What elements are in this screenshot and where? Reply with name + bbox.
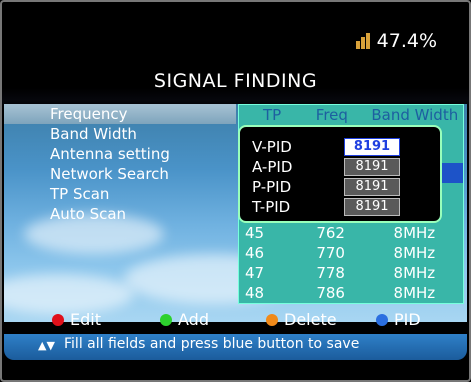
pid-row-t: T-PID 8191 bbox=[252, 197, 438, 217]
legend-edit-label: Edit bbox=[70, 310, 101, 329]
menu-item-band-width[interactable]: Band Width bbox=[4, 124, 236, 144]
cell-band-width: 8MHz bbox=[393, 284, 436, 302]
signal-indicator: 47.4% bbox=[355, 30, 437, 52]
p-pid-field[interactable]: 8191 bbox=[344, 178, 400, 196]
legend-delete[interactable]: Delete bbox=[266, 310, 337, 329]
page-title: SIGNAL FINDING bbox=[153, 70, 318, 92]
table-row[interactable]: 45 762 8MHz bbox=[239, 223, 463, 243]
pid-row-a: A-PID 8191 bbox=[252, 157, 438, 177]
green-button-icon bbox=[160, 313, 172, 326]
cell-tp: 47 bbox=[245, 264, 265, 282]
table-row[interactable]: 46 770 8MHz bbox=[239, 243, 463, 263]
table-row[interactable]: 47 778 8MHz bbox=[239, 263, 463, 283]
menu-item-auto-scan[interactable]: Auto Scan bbox=[4, 204, 236, 224]
legend-pid-label: PID bbox=[394, 310, 421, 329]
cell-tp: 48 bbox=[245, 284, 265, 302]
blue-button-icon bbox=[376, 313, 388, 326]
a-pid-field[interactable]: 8191 bbox=[344, 158, 400, 176]
menu-item-frequency[interactable]: Frequency bbox=[4, 104, 236, 124]
hint-text: Fill all fields and press blue button to… bbox=[64, 336, 360, 352]
menu-item-antenna-setting[interactable]: Antenna setting bbox=[4, 144, 236, 164]
pid-dialog: V-PID 8191 A-PID 8191 P-PID 8191 T-PID 8… bbox=[238, 125, 442, 223]
pid-row-v: V-PID 8191 bbox=[252, 137, 438, 157]
header-band-width: Band Width bbox=[371, 106, 459, 124]
menu-item-network-search[interactable]: Network Search bbox=[4, 164, 236, 184]
p-pid-label: P-PID bbox=[252, 178, 292, 196]
pid-row-p: P-PID 8191 bbox=[252, 177, 438, 197]
button-legend: Edit Add Delete PID bbox=[0, 310, 471, 332]
cell-freq: 762 bbox=[316, 224, 345, 242]
cell-freq: 786 bbox=[316, 284, 345, 302]
table-row[interactable]: 48 786 8MHz bbox=[239, 283, 463, 303]
menu-item-tp-scan[interactable]: TP Scan bbox=[4, 184, 236, 204]
cell-tp: 45 bbox=[245, 224, 265, 242]
legend-add-label: Add bbox=[178, 310, 209, 329]
cell-band-width: 8MHz bbox=[393, 224, 436, 242]
t-pid-field[interactable]: 8191 bbox=[344, 198, 400, 216]
signal-strength-icon bbox=[355, 33, 374, 49]
legend-pid[interactable]: PID bbox=[376, 310, 421, 329]
a-pid-label: A-PID bbox=[252, 158, 293, 176]
hint-bar: ▲▼ Fill all fields and press blue button… bbox=[4, 334, 467, 360]
legend-delete-label: Delete bbox=[284, 310, 337, 329]
header-freq: Freq bbox=[315, 106, 348, 124]
cell-tp: 46 bbox=[245, 244, 265, 262]
cell-band-width: 8MHz bbox=[393, 244, 436, 262]
cell-freq: 778 bbox=[316, 264, 345, 282]
cell-band-width: 8MHz bbox=[393, 264, 436, 282]
t-pid-label: T-PID bbox=[252, 198, 291, 216]
header-tp: TP bbox=[262, 106, 282, 124]
legend-add[interactable]: Add bbox=[160, 310, 209, 329]
legend-edit[interactable]: Edit bbox=[52, 310, 101, 329]
cell-freq: 770 bbox=[316, 244, 345, 262]
v-pid-label: V-PID bbox=[252, 138, 292, 156]
settings-menu: Frequency Band Width Antenna setting Net… bbox=[4, 104, 236, 224]
up-down-arrows-icon: ▲▼ bbox=[38, 339, 55, 352]
signal-value: 47.4% bbox=[376, 30, 437, 52]
v-pid-field[interactable]: 8191 bbox=[344, 138, 400, 156]
table-header: TP Freq Band Width bbox=[239, 105, 463, 125]
orange-button-icon bbox=[266, 313, 278, 326]
screen: 47.4% SIGNAL FINDING Frequency Band Widt… bbox=[0, 0, 471, 382]
red-button-icon bbox=[52, 313, 64, 326]
